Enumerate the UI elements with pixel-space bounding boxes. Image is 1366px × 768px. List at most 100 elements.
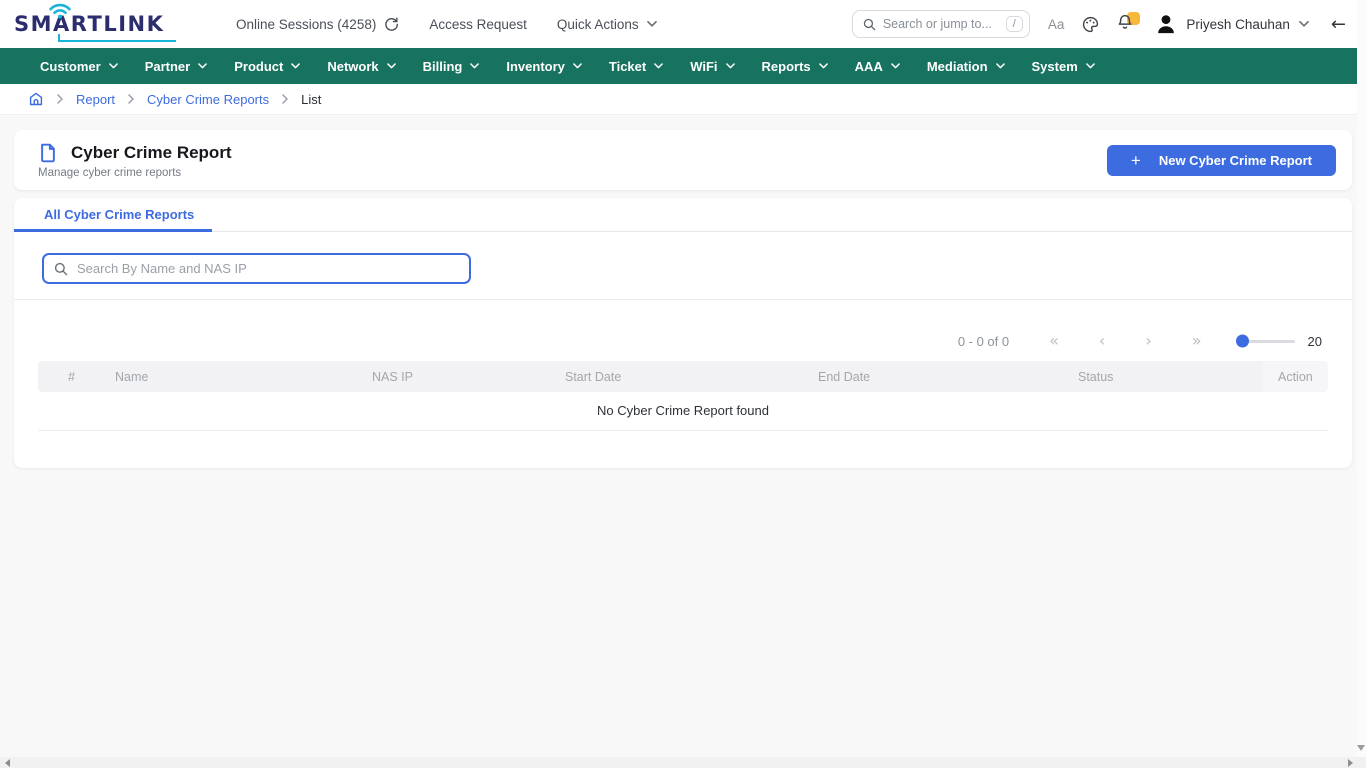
header-right-cluster: / Aa Priyesh Chauhan ← (852, 10, 1346, 38)
nav-item-system[interactable]: System (1032, 59, 1095, 74)
online-sessions-link[interactable]: Online Sessions (4258) (236, 17, 399, 32)
nav-item-label: Ticket (609, 59, 646, 74)
breadcrumb: Report Cyber Crime Reports List (0, 84, 1366, 115)
page-header-left: Cyber Crime Report Manage cyber crime re… (38, 142, 232, 179)
breadcrumb-separator-icon (282, 94, 288, 104)
nav-item-label: Reports (762, 59, 811, 74)
chevron-down-icon (291, 63, 300, 69)
column-header-index: # (38, 361, 99, 392)
nav-item-mediation[interactable]: Mediation (927, 59, 1005, 74)
avatar-icon (1155, 13, 1177, 35)
nav-item-partner[interactable]: Partner (145, 59, 208, 74)
chevron-down-icon (109, 63, 118, 69)
chevron-down-icon (891, 63, 900, 69)
pagination-prev-icon[interactable]: ‹ (1099, 333, 1105, 349)
scroll-down-arrow-icon[interactable] (1357, 745, 1365, 751)
horizontal-scrollbar[interactable] (0, 757, 1366, 768)
nav-item-billing[interactable]: Billing (423, 59, 480, 74)
pagination: 0 - 0 of 0 « ‹ › » 20 (14, 333, 1322, 349)
main-nav: Customer Partner Product Network Billing… (0, 48, 1366, 84)
refresh-icon[interactable] (384, 17, 399, 32)
nav-item-label: Billing (423, 59, 463, 74)
pagination-range: 0 - 0 of 0 (958, 334, 1009, 349)
theme-palette-icon[interactable] (1082, 16, 1099, 33)
nav-item-ticket[interactable]: Ticket (609, 59, 663, 74)
access-request-link[interactable]: Access Request (429, 17, 527, 32)
breadcrumb-separator-icon (128, 94, 134, 104)
nav-item-label: WiFi (690, 59, 717, 74)
nav-item-wifi[interactable]: WiFi (690, 59, 734, 74)
page-size-value: 20 (1308, 334, 1322, 349)
main-content: Cyber Crime Report Manage cyber crime re… (0, 115, 1366, 483)
top-header: SMARTLINK Online Sessions (4258) Access … (0, 0, 1366, 48)
online-sessions-label: Online Sessions (4258) (236, 17, 376, 32)
home-icon[interactable] (28, 91, 44, 107)
pagination-last-icon[interactable]: » (1192, 333, 1202, 349)
back-arrow-button[interactable]: ← (1331, 14, 1346, 35)
nav-item-network[interactable]: Network (327, 59, 395, 74)
column-header-status: Status (1062, 361, 1262, 392)
nav-item-label: Mediation (927, 59, 988, 74)
chevron-down-icon (647, 21, 657, 27)
report-list-card: All Cyber Crime Reports 0 - 0 of 0 « ‹ ›… (14, 198, 1352, 468)
plus-icon: + (1131, 152, 1141, 169)
column-header-start-date: Start Date (549, 361, 802, 392)
nav-item-customer[interactable]: Customer (40, 59, 118, 74)
tab-all-cyber-crime-reports[interactable]: All Cyber Crime Reports (14, 198, 212, 232)
reports-table: # Name NAS IP Start Date End Date Status… (38, 361, 1328, 431)
nav-item-label: Partner (145, 59, 191, 74)
chevron-down-icon (470, 63, 479, 69)
breadcrumb-current: List (301, 92, 321, 107)
user-menu[interactable]: Priyesh Chauhan (1155, 13, 1309, 35)
report-file-icon (38, 142, 58, 164)
nav-item-label: AAA (855, 59, 883, 74)
pagination-first-icon[interactable]: « (1049, 333, 1059, 349)
vertical-scrollbar[interactable] (1357, 0, 1366, 757)
search-icon (863, 18, 876, 31)
breadcrumb-link-report[interactable]: Report (76, 92, 115, 107)
quick-actions-label: Quick Actions (557, 17, 639, 32)
breadcrumb-link-cyber-crime-reports[interactable]: Cyber Crime Reports (147, 92, 269, 107)
table-header-row: # Name NAS IP Start Date End Date Status… (38, 361, 1328, 392)
column-header-end-date: End Date (802, 361, 1062, 392)
global-search-input[interactable] (883, 17, 999, 31)
chevron-down-icon (573, 63, 582, 69)
search-icon (54, 262, 68, 276)
wifi-icon (47, 2, 73, 19)
page-subtitle: Manage cyber crime reports (38, 167, 232, 179)
font-size-toggle[interactable]: Aa (1048, 17, 1065, 32)
chevron-down-icon (387, 63, 396, 69)
list-search-box[interactable] (42, 253, 471, 284)
chevron-down-icon (819, 63, 828, 69)
nav-item-aaa[interactable]: AAA (855, 59, 900, 74)
new-cyber-crime-report-button[interactable]: + New Cyber Crime Report (1107, 145, 1336, 176)
nav-item-label: Inventory (506, 59, 565, 74)
pagination-next-icon[interactable]: › (1145, 333, 1151, 349)
chevron-down-icon (726, 63, 735, 69)
chevron-down-icon (1299, 21, 1309, 27)
keyboard-shortcut-badge: / (1006, 16, 1023, 32)
page-size-slider-handle[interactable] (1236, 335, 1249, 348)
empty-state-message: No Cyber Crime Report found (38, 392, 1328, 430)
section-divider (14, 299, 1352, 300)
smartlink-logo: SMARTLINK (14, 4, 176, 44)
nav-item-product[interactable]: Product (234, 59, 300, 74)
nav-item-inventory[interactable]: Inventory (506, 59, 582, 74)
quick-actions-menu[interactable]: Quick Actions (557, 17, 657, 32)
list-search-input[interactable] (77, 261, 459, 276)
scroll-right-arrow-icon[interactable] (1348, 759, 1353, 767)
page-size-slider[interactable] (1237, 340, 1295, 343)
nav-item-label: Customer (40, 59, 101, 74)
chevron-down-icon (198, 63, 207, 69)
nav-item-label: Network (327, 59, 378, 74)
global-search-box[interactable]: / (852, 10, 1030, 38)
chevron-down-icon (1086, 63, 1095, 69)
chevron-down-icon (996, 63, 1005, 69)
scroll-left-arrow-icon[interactable] (5, 759, 10, 767)
notifications-button[interactable] (1117, 14, 1137, 34)
page-header-card: Cyber Crime Report Manage cyber crime re… (14, 130, 1352, 190)
nav-item-reports[interactable]: Reports (762, 59, 828, 74)
nav-item-label: Product (234, 59, 283, 74)
empty-state-row: No Cyber Crime Report found (38, 392, 1328, 430)
column-header-name: Name (99, 361, 356, 392)
